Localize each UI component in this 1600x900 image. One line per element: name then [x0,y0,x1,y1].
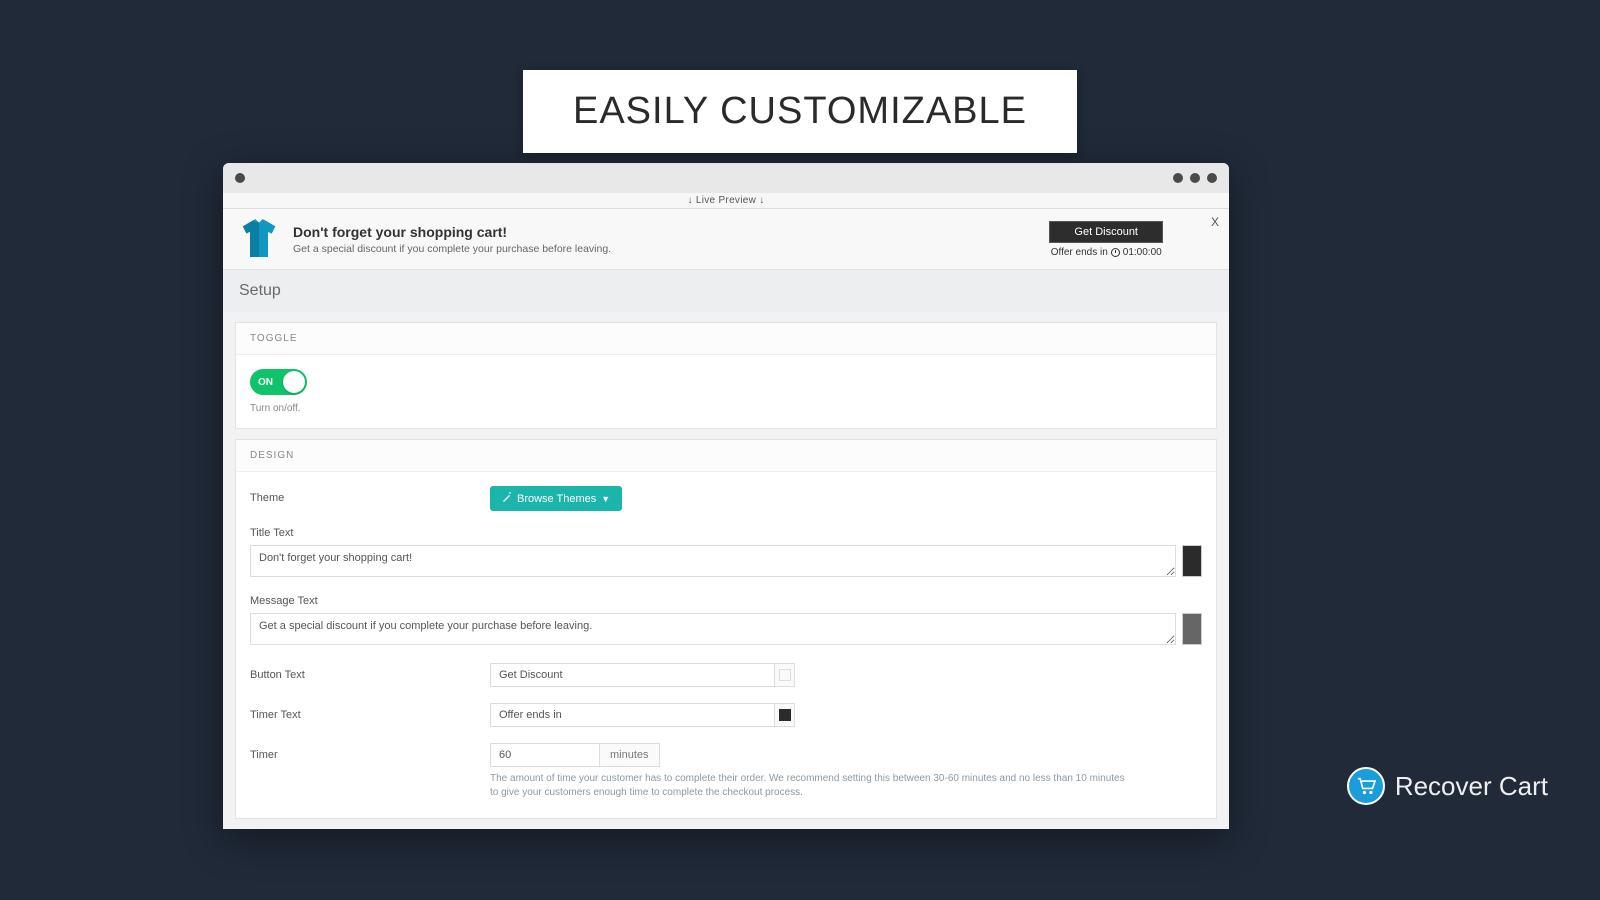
close-icon[interactable]: X [1211,215,1219,229]
timer-label: Timer [250,743,490,761]
button-text-input[interactable] [490,663,775,687]
browser-chrome [223,163,1229,193]
title-text-input[interactable]: Don't forget your shopping cart! [250,545,1176,577]
message-text-color-swatch[interactable] [1182,613,1202,645]
title-text-row: Title Text Don't forget your shopping ca… [250,527,1202,577]
browse-themes-label: Browse Themes [517,493,596,505]
design-panel: DESIGN Theme Browse Themes ▼ Title Text [235,439,1217,819]
toggle-help: Turn on/off. [250,403,1202,414]
window-dot [235,173,245,183]
toggle-panel: TOGGLE ON Turn on/off. [235,322,1217,429]
preview-banner: Don't forget your shopping cart! Get a s… [223,209,1229,270]
timer-text-label: Timer Text [250,703,490,721]
timer-text-row: Timer Text [250,703,1202,727]
title-text-label: Title Text [250,527,1202,539]
brand-logo: Recover Cart [1347,767,1548,805]
window-dot [1190,173,1200,183]
timer-unit: minutes [600,743,660,767]
button-text-label: Button Text [250,663,490,681]
live-preview-label: Live Preview [696,195,756,206]
setup-heading: Setup [223,270,1229,312]
tshirt-icon [239,217,279,261]
message-text-row: Message Text Get a special discount if y… [250,595,1202,645]
button-text-row: Button Text [250,663,1202,687]
brand-name-bold: Cart [1499,771,1548,801]
arrow-down-icon: ↓ [759,195,764,206]
preview-title: Don't forget your shopping cart! [293,224,1049,240]
offer-timer: Offer ends in 01:00:00 [1051,247,1162,258]
timer-text-input[interactable] [490,703,775,727]
timer-text-color-swatch[interactable] [775,703,795,727]
timer-prefix: Offer ends in [1051,247,1108,258]
button-text-color-swatch[interactable] [775,663,795,687]
cart-icon [1347,767,1385,805]
brand-text: Recover Cart [1395,771,1548,802]
window-dot [1173,173,1183,183]
caret-down-icon: ▼ [601,494,610,504]
live-preview-bar: ↓ Live Preview ↓ [223,193,1229,209]
magic-wand-icon [502,492,512,505]
enable-toggle[interactable]: ON [250,369,307,395]
preview-subtitle: Get a special discount if you complete y… [293,243,1049,255]
timer-help-text: The amount of time your customer has to … [490,772,1130,800]
preview-cta-block: Get Discount Offer ends in 01:00:00 [1049,221,1163,258]
toggle-section-title: TOGGLE [236,323,1216,355]
toggle-state-label: ON [258,377,273,388]
get-discount-button[interactable]: Get Discount [1049,221,1163,243]
message-text-input[interactable]: Get a special discount if you complete y… [250,613,1176,645]
browse-themes-button[interactable]: Browse Themes ▼ [490,486,622,511]
title-text-color-swatch[interactable] [1182,545,1202,577]
headline-card: Easily customizable [523,70,1077,153]
arrow-down-icon: ↓ [687,195,692,206]
design-section-title: DESIGN [236,440,1216,472]
headline-text: Easily customizable [573,90,1027,133]
timer-row: Timer minutes The amount of time your cu… [250,743,1202,800]
window-dot [1207,173,1217,183]
browser-window: ↓ Live Preview ↓ Don't forget your shopp… [223,163,1229,829]
preview-text-block: Don't forget your shopping cart! Get a s… [293,224,1049,255]
theme-row: Theme Browse Themes ▼ [250,486,1202,511]
timer-value-input[interactable] [490,743,600,767]
toggle-knob [283,371,305,393]
clock-icon [1111,248,1120,257]
timer-value: 01:00:00 [1123,247,1162,258]
theme-label: Theme [250,486,490,504]
message-text-label: Message Text [250,595,1202,607]
brand-name-light: Recover [1395,771,1492,801]
